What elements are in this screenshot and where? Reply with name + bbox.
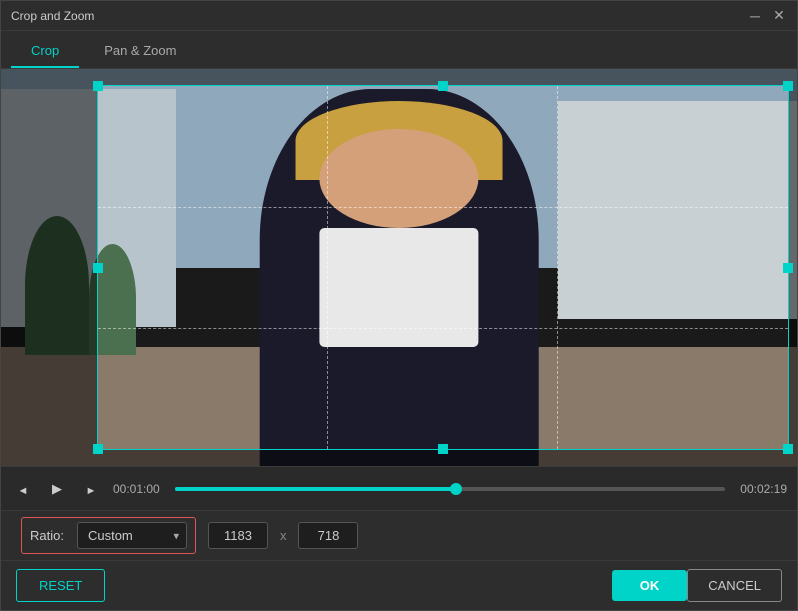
crop-handle-top-middle[interactable]: [438, 81, 448, 91]
height-input[interactable]: [298, 522, 358, 549]
playback-bar: 00:01:00 00:02:19: [1, 466, 797, 510]
progress-fill: [175, 487, 456, 491]
crop-dark-bottom: [1, 450, 797, 466]
x-separator: x: [280, 528, 287, 543]
crop-handle-top-right[interactable]: [783, 81, 793, 91]
ratio-controls-bar: Ratio: Custom 16:9 4:3 1:1 9:16 21:9 x: [1, 510, 797, 560]
tab-pan-zoom[interactable]: Pan & Zoom: [84, 35, 196, 68]
play-button[interactable]: [45, 477, 69, 501]
minimize-button[interactable]: ─: [747, 8, 763, 24]
crop-grid-h2: [98, 328, 789, 329]
crop-grid-v1: [327, 86, 328, 449]
tab-crop[interactable]: Crop: [11, 35, 79, 68]
video-preview-area: [1, 69, 797, 466]
video-frame: [1, 69, 797, 466]
width-input[interactable]: [208, 522, 268, 549]
window-controls: ─ ✕: [747, 8, 787, 24]
crop-handle-bottom-right[interactable]: [783, 444, 793, 454]
crop-handle-bottom-middle[interactable]: [438, 444, 448, 454]
crop-dark-top: [1, 69, 797, 85]
current-time: 00:01:00: [113, 482, 165, 496]
crop-handle-middle-right[interactable]: [783, 263, 793, 273]
crop-overlay[interactable]: [1, 69, 797, 466]
ok-button[interactable]: OK: [612, 570, 688, 601]
footer-buttons: RESET OK CANCEL: [1, 560, 797, 610]
play-icon: [52, 480, 62, 497]
step-forward-icon: [86, 481, 97, 497]
step-back-icon: [18, 481, 29, 497]
step-back-button[interactable]: [11, 477, 35, 501]
progress-thumb[interactable]: [450, 483, 462, 495]
ratio-select[interactable]: Custom 16:9 4:3 1:1 9:16 21:9: [77, 522, 187, 549]
reset-button[interactable]: RESET: [16, 569, 105, 602]
window-title: Crop and Zoom: [11, 9, 94, 23]
crop-handle-bottom-left[interactable]: [93, 444, 103, 454]
step-forward-button[interactable]: [79, 477, 103, 501]
crop-handle-middle-left[interactable]: [93, 263, 103, 273]
title-bar: Crop and Zoom ─ ✕: [1, 1, 797, 31]
ratio-select-wrapper: Custom 16:9 4:3 1:1 9:16 21:9: [77, 522, 187, 549]
ratio-label: Ratio:: [30, 528, 64, 543]
cancel-button[interactable]: CANCEL: [687, 569, 782, 602]
end-time: 00:02:19: [735, 482, 787, 496]
crop-handle-top-left[interactable]: [93, 81, 103, 91]
crop-box[interactable]: [97, 85, 790, 450]
crop-grid-h1: [98, 207, 789, 208]
close-button[interactable]: ✕: [771, 8, 787, 24]
tab-bar: Crop Pan & Zoom: [1, 31, 797, 69]
ratio-group: Ratio: Custom 16:9 4:3 1:1 9:16 21:9: [21, 517, 196, 554]
crop-grid-v2: [557, 86, 558, 449]
progress-track[interactable]: [175, 487, 725, 491]
crop-dark-left: [1, 85, 97, 450]
crop-zoom-window: Crop and Zoom ─ ✕ Crop Pan & Zoom: [0, 0, 798, 611]
